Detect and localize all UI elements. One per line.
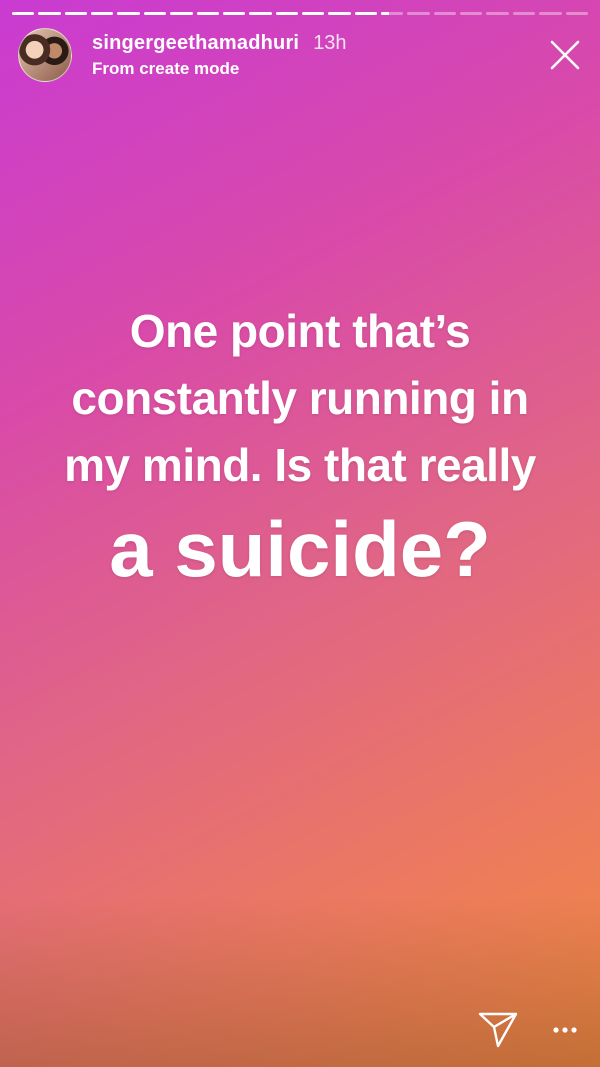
- story-progress-segment: [91, 12, 114, 15]
- story-progress-fill: [143, 12, 167, 15]
- username[interactable]: singergeethamadhuri: [92, 32, 299, 55]
- story-progress-segment: [275, 12, 298, 15]
- story-progress-segment: [433, 12, 457, 15]
- story-progress-fill: [117, 12, 140, 15]
- story-progress-segment: [12, 12, 35, 15]
- story-progress-segment: [565, 12, 588, 15]
- story-progress-fill: [196, 12, 219, 15]
- story-progress-fill: [12, 12, 35, 15]
- story-text-line-1: One point that’s: [129, 305, 471, 357]
- story-progress-segment: [143, 12, 167, 15]
- story-progress-fill: [38, 12, 61, 15]
- user-info: singergeethamadhuri 13h From create mode: [92, 32, 347, 79]
- story-progress-segment: [328, 12, 351, 15]
- story-progress-segment: [301, 12, 325, 15]
- footer-actions: [478, 1011, 578, 1049]
- story-progress-segment: [407, 12, 430, 15]
- story-text-line-4: a suicide?: [109, 505, 491, 593]
- story-progress-fill: [275, 12, 298, 15]
- story-progress-fill: [381, 12, 389, 15]
- more-icon: [553, 1027, 577, 1033]
- close-button[interactable]: [548, 38, 582, 72]
- more-options-button[interactable]: [552, 1017, 578, 1043]
- story-progress-segment: [381, 12, 404, 15]
- story-progress-segment: [539, 12, 562, 15]
- story-progress-fill: [301, 12, 325, 15]
- send-button[interactable]: [478, 1011, 518, 1049]
- story-progress-fill: [91, 12, 114, 15]
- story-progress-segment: [170, 12, 193, 15]
- story-progress-fill: [249, 12, 272, 15]
- story-progress-segment: [196, 12, 219, 15]
- story-progress-segment: [249, 12, 272, 15]
- story-progress-segment: [512, 12, 536, 15]
- create-mode-label: From create mode: [92, 58, 240, 78]
- story-progress-bar: [12, 12, 588, 15]
- story-progress-fill: [64, 12, 88, 15]
- story-text-line-3: my mind. Is that really: [64, 439, 536, 491]
- time-ago: 13h: [313, 31, 347, 54]
- story-progress-segment: [117, 12, 140, 15]
- user-line: singergeethamadhuri 13h: [92, 32, 347, 55]
- story-progress-segment: [486, 12, 509, 15]
- story-progress-segment: [64, 12, 88, 15]
- close-icon: [550, 40, 580, 70]
- avatar[interactable]: [18, 28, 72, 82]
- story-progress-segment: [222, 12, 246, 15]
- story-text: One point that’s constantly running in m…: [0, 298, 600, 597]
- send-icon: [478, 1012, 518, 1048]
- story-progress-fill: [354, 12, 378, 15]
- story-text-line-2: constantly running in: [71, 372, 529, 424]
- story-viewer: singergeethamadhuri 13h From create mode…: [0, 0, 600, 1067]
- story-progress-fill: [328, 12, 351, 15]
- story-progress-fill: [222, 12, 246, 15]
- story-progress-segment: [460, 12, 483, 15]
- story-progress-fill: [170, 12, 193, 15]
- story-progress-segment: [38, 12, 61, 15]
- story-progress-segment: [354, 12, 378, 15]
- story-header: singergeethamadhuri 13h From create mode: [18, 28, 586, 82]
